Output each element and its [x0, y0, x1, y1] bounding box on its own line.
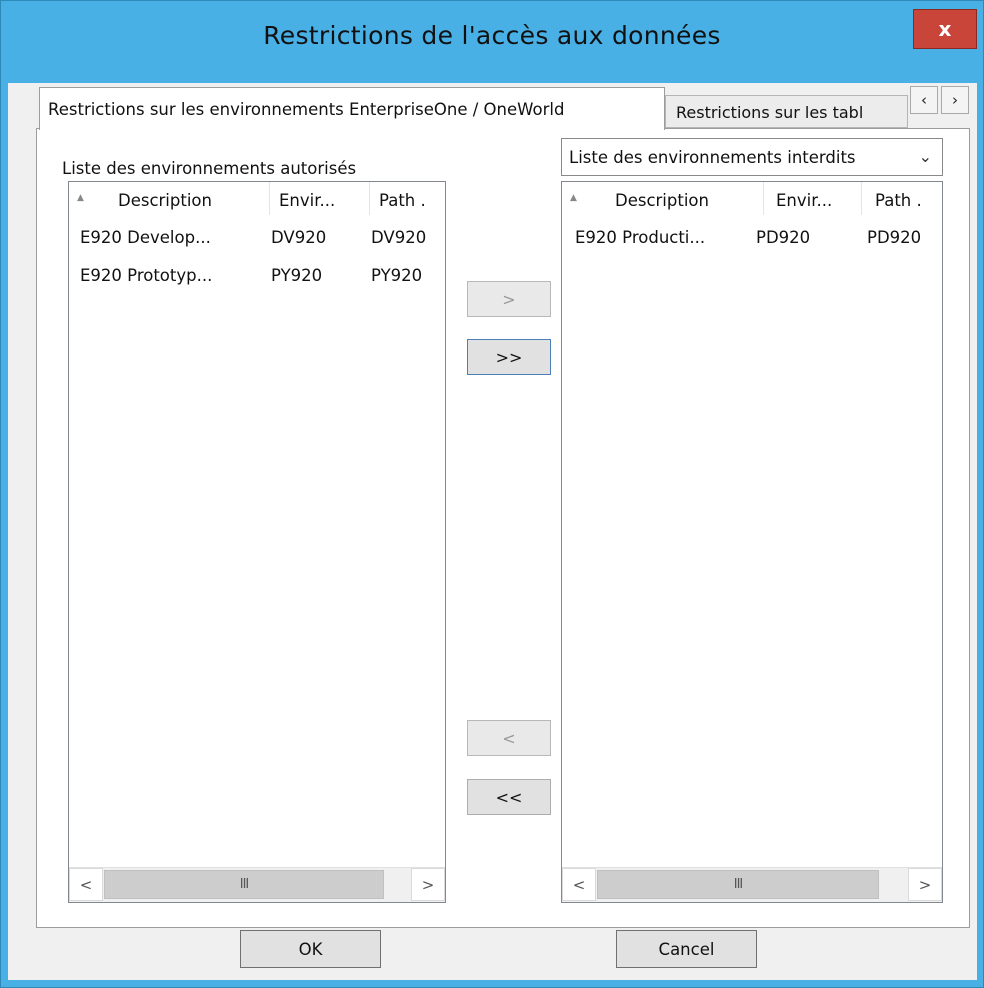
sort-ascending-icon: ▲: [570, 193, 577, 203]
chevron-right-icon: >: [421, 875, 435, 894]
chevron-left-icon: <: [572, 875, 586, 894]
chevron-left-icon: <: [79, 875, 93, 894]
dialog-window: Restrictions de l'accès aux données x Re…: [0, 0, 984, 988]
tab-environment-restrictions[interactable]: Restrictions sur les environnements Ente…: [39, 87, 665, 130]
allowed-environments-list[interactable]: ▲ Description Envir... Path . E920 Devel…: [68, 181, 446, 903]
list-type-selector[interactable]: Liste des environnements interdits ⌄: [561, 138, 943, 176]
row-description: E920 Prototyp...: [80, 266, 213, 285]
chevron-right-icon: ›: [952, 91, 958, 109]
row-description: E920 Develop...: [80, 228, 211, 247]
horizontal-scrollbar[interactable]: < III >: [69, 867, 445, 902]
column-header-path[interactable]: Path .: [862, 182, 942, 215]
grip-icon: III: [239, 877, 249, 892]
sort-ascending-icon: ▲: [77, 193, 84, 203]
title-bar[interactable]: Restrictions de l'accès aux données x: [1, 1, 983, 83]
row-environment: DV920: [271, 228, 327, 247]
scroll-right-button[interactable]: >: [908, 868, 942, 901]
list-header: ▲ Description Envir... Path .: [562, 182, 942, 216]
cancel-button[interactable]: Cancel: [616, 930, 757, 968]
column-header-path[interactable]: Path .: [370, 182, 445, 215]
scroll-left-button[interactable]: <: [69, 868, 103, 901]
scrollbar-thumb[interactable]: III: [597, 870, 879, 899]
table-row[interactable]: E920 Develop... DV920 DV920: [69, 220, 445, 258]
close-button[interactable]: x: [913, 9, 977, 49]
row-path: DV920: [371, 228, 427, 247]
chevron-right-icon: >: [918, 875, 932, 894]
column-header-description[interactable]: ▲ Description: [562, 182, 764, 215]
list-type-selected-value: Liste des environnements interdits: [569, 148, 856, 167]
window-title: Restrictions de l'accès aux données: [263, 21, 721, 50]
allowed-list-label: Liste des environnements autorisés: [62, 159, 357, 178]
forbidden-environments-list[interactable]: ▲ Description Envir... Path . E920 Produ…: [561, 181, 943, 903]
column-header-description[interactable]: ▲ Description: [69, 182, 270, 215]
tab-table-restrictions[interactable]: Restrictions sur les tabl: [665, 95, 908, 128]
column-header-environment[interactable]: Envir...: [764, 182, 862, 215]
column-header-environment[interactable]: Envir...: [270, 182, 370, 215]
tab-scroll-left-button[interactable]: ‹: [910, 86, 938, 114]
move-all-right-button[interactable]: >>: [467, 339, 551, 375]
chevron-down-icon: ⌄: [918, 147, 932, 166]
move-selected-right-button[interactable]: >: [467, 281, 551, 317]
table-row[interactable]: E920 Prototyp... PY920 PY920: [69, 258, 445, 296]
move-all-left-button[interactable]: <<: [467, 779, 551, 815]
tab-scroll-right-button[interactable]: ›: [941, 86, 969, 114]
list-header: ▲ Description Envir... Path .: [69, 182, 445, 216]
tab-bar: Restrictions sur les environnements Ente…: [8, 83, 977, 130]
scroll-left-button[interactable]: <: [562, 868, 596, 901]
table-row[interactable]: E920 Producti... PD920 PD920: [562, 220, 942, 258]
tab-panel: Liste des environnements autorisés Liste…: [36, 128, 970, 928]
row-path: PY920: [371, 266, 423, 285]
dialog-client-area: Restrictions sur les environnements Ente…: [8, 83, 977, 980]
ok-button[interactable]: OK: [240, 930, 381, 968]
row-environment: PD920: [756, 228, 811, 247]
chevron-left-icon: ‹: [921, 91, 927, 109]
row-description: E920 Producti...: [575, 228, 706, 247]
move-selected-left-button[interactable]: <: [467, 720, 551, 756]
row-environment: PY920: [271, 266, 323, 285]
row-path: PD920: [867, 228, 922, 247]
grip-icon: III: [733, 877, 743, 892]
close-icon: x: [938, 17, 952, 41]
horizontal-scrollbar[interactable]: < III >: [562, 867, 942, 902]
scrollbar-thumb[interactable]: III: [104, 870, 384, 899]
scroll-right-button[interactable]: >: [411, 868, 445, 901]
